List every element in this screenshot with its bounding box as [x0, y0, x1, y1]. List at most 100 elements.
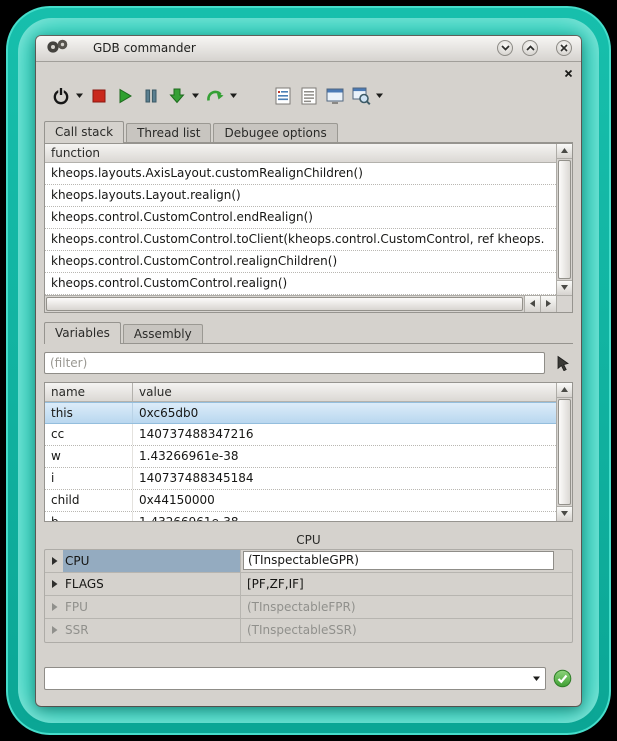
tab[interactable]: Variables	[44, 322, 121, 344]
step-into-dropdown-button[interactable]	[190, 83, 201, 109]
scrollbar-thumb[interactable]	[558, 399, 571, 505]
maximize-button[interactable]	[522, 40, 538, 56]
value-column-header: value	[133, 383, 556, 401]
command-log-button[interactable]	[296, 83, 322, 109]
titlebar[interactable]: GDB commander	[36, 36, 581, 62]
stop-button[interactable]	[86, 83, 112, 109]
variable-row[interactable]: child 0x44150000	[45, 490, 556, 512]
cpu-inspector: CPU (TInspectableGPR) FLAGS [PF,ZF,IF] F…	[44, 549, 573, 643]
shade-button[interactable]	[497, 40, 513, 56]
expand-arrow-icon[interactable]	[45, 596, 63, 618]
callstack-row[interactable]: kheops.control.CustomControl.endRealign(…	[45, 207, 556, 229]
document-icon	[298, 85, 320, 107]
variable-row[interactable]: this 0xc65db0	[45, 402, 556, 424]
callstack-vertical-scrollbar[interactable]	[556, 144, 572, 295]
callstack-horizontal-scrollbar[interactable]	[45, 295, 556, 312]
cpu-register-value[interactable]: (TInspectableFPR)	[241, 596, 572, 618]
tab-label: Thread list	[137, 126, 200, 140]
filter-input[interactable]	[44, 352, 545, 374]
triangle-up-icon	[561, 387, 568, 392]
step-over-button[interactable]	[202, 83, 228, 109]
arrow-down-icon	[166, 85, 188, 107]
step-into-button[interactable]	[164, 83, 190, 109]
inspect-dropdown-button[interactable]	[374, 83, 385, 109]
variable-row[interactable]: b 1.43266961e-38	[45, 512, 556, 521]
step-over-dropdown-button[interactable]	[228, 83, 239, 109]
caret-down-icon	[75, 92, 84, 99]
triangle-left-icon	[530, 300, 535, 307]
variables-tabbar: Variables Assembly	[44, 321, 573, 344]
tab[interactable]: Call stack	[44, 121, 124, 143]
scrollbar-thumb[interactable]	[558, 160, 571, 279]
message-list-button[interactable]	[270, 83, 296, 109]
debug-toolbar	[48, 82, 573, 110]
list-icon	[272, 85, 294, 107]
cpu-register-row[interactable]: FLAGS [PF,ZF,IF]	[45, 573, 572, 596]
expand-arrow-icon[interactable]	[45, 550, 63, 572]
tab[interactable]: Debugee options	[213, 123, 337, 142]
cpu-register-row[interactable]: CPU (TInspectableGPR)	[45, 550, 572, 573]
scroll-left-button[interactable]	[524, 296, 540, 312]
variable-row[interactable]: w 1.43266961e-38	[45, 446, 556, 468]
power-dropdown-button[interactable]	[74, 83, 85, 109]
desktop-background: GDB commander	[6, 6, 611, 735]
scroll-down-button[interactable]	[557, 280, 572, 295]
callstack-function: kheops.control.CustomControl.toClient(kh…	[51, 232, 544, 246]
scroll-up-button[interactable]	[557, 383, 572, 398]
command-row	[44, 667, 573, 690]
tab-label: Assembly	[134, 327, 192, 341]
variable-name: cc	[45, 424, 133, 445]
variables-table: name value this 0xc65db0 cc 140737488347…	[45, 383, 556, 521]
variable-value: 140737488347216	[133, 424, 556, 445]
callstack-row[interactable]: kheops.layouts.Layout.realign()	[45, 185, 556, 207]
caret-down-icon	[375, 92, 384, 99]
triangle-down-icon	[561, 285, 568, 290]
command-combobox[interactable]	[44, 667, 546, 690]
tab-label: Call stack	[55, 125, 113, 139]
variable-row[interactable]: i 140737488345184	[45, 468, 556, 490]
scrollbar-thumb[interactable]	[46, 297, 523, 311]
variable-value: 0xc65db0	[133, 403, 556, 423]
variable-name: this	[45, 403, 133, 423]
continue-button[interactable]	[112, 83, 138, 109]
callstack-row[interactable]: kheops.control.CustomControl.toClient(kh…	[45, 229, 556, 251]
pause-button[interactable]	[138, 83, 164, 109]
variable-row[interactable]: cc 140737488347216	[45, 424, 556, 446]
tab[interactable]: Assembly	[123, 324, 203, 343]
caret-down-icon	[229, 92, 238, 99]
callstack-row[interactable]: kheops.control.CustomControl.realignChil…	[45, 251, 556, 273]
tab[interactable]: Thread list	[126, 123, 211, 142]
window-magnifier-icon	[350, 85, 372, 107]
scroll-up-button[interactable]	[557, 144, 572, 159]
cpu-register-value[interactable]: (TInspectableGPR)	[241, 550, 572, 572]
scroll-right-button[interactable]	[540, 296, 556, 312]
scroll-down-button[interactable]	[557, 506, 572, 521]
close-button[interactable]	[556, 40, 572, 56]
combobox-dropdown-button[interactable]	[527, 668, 545, 689]
expand-arrow-icon[interactable]	[45, 573, 63, 595]
inspect-window-button[interactable]	[348, 83, 374, 109]
variable-value: 140737488345184	[133, 468, 556, 489]
target-window-button[interactable]	[322, 83, 348, 109]
cpu-register-value[interactable]: (TInspectableSSR)	[241, 619, 572, 642]
cpu-register-row[interactable]: FPU (TInspectableFPR)	[45, 596, 572, 619]
callstack-function: kheops.layouts.Layout.realign()	[51, 188, 241, 202]
callstack-row[interactable]: kheops.layouts.AxisLayout.customRealignC…	[45, 163, 556, 185]
callstack-function: kheops.control.CustomControl.realignChil…	[51, 254, 337, 268]
variables-vertical-scrollbar[interactable]	[556, 383, 572, 521]
send-command-button[interactable]	[552, 668, 573, 689]
variables-panel: name value this 0xc65db0 cc 140737488347…	[44, 382, 573, 522]
pin-variable-button[interactable]	[551, 353, 573, 373]
variables-header-row: name value	[45, 383, 556, 402]
cpu-register-row[interactable]: SSR (TInspectableSSR)	[45, 619, 572, 642]
callstack-row[interactable]: kheops.control.CustomControl.realign()	[45, 273, 556, 295]
caret-down-icon	[191, 92, 200, 99]
callstack-column-header: function	[45, 144, 556, 163]
expand-arrow-icon[interactable]	[45, 619, 63, 642]
command-input[interactable]	[45, 671, 527, 685]
power-button[interactable]	[48, 83, 74, 109]
dock-close-button[interactable]	[564, 63, 573, 82]
callstack-function: kheops.control.CustomControl.endRealign(…	[51, 210, 313, 224]
cpu-register-value[interactable]: [PF,ZF,IF]	[241, 573, 572, 595]
filter-row	[44, 352, 573, 374]
